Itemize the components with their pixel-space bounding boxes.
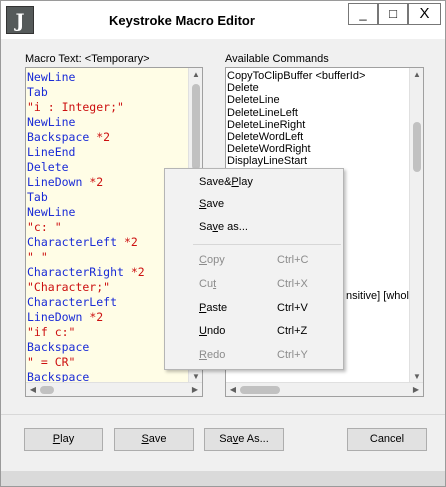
- command-list-item[interactable]: DeleteLineRight: [227, 119, 415, 131]
- macro-line[interactable]: LineDown *2: [27, 310, 187, 325]
- macro-line-text: " = CR": [27, 355, 76, 369]
- play-button[interactable]: Play: [24, 428, 103, 451]
- macro-text-label: Macro Text: <Temporary>: [25, 53, 150, 65]
- menu-item-cut[interactable]: Cut Ctrl+X: [165, 274, 343, 296]
- scrollbar-thumb[interactable]: [40, 386, 54, 394]
- close-icon: X: [419, 5, 430, 22]
- command-list-item[interactable]: CopyToClipBuffer <bufferId>: [227, 70, 415, 82]
- menu-item-save-play[interactable]: Save&Play: [165, 172, 343, 194]
- macro-editor-window: J Keystroke Macro Editor _ □ X Macro Tex…: [0, 0, 446, 487]
- maximize-icon: □: [389, 6, 397, 21]
- command-list-item[interactable]: DeleteWordLeft: [227, 131, 415, 143]
- minimize-icon: _: [359, 6, 367, 21]
- macro-line-text: Tab: [27, 85, 48, 99]
- macro-line[interactable]: "c: ": [27, 220, 187, 235]
- menu-item-undo[interactable]: Undo Ctrl+Z: [165, 321, 343, 343]
- scrollbar-thumb[interactable]: [240, 386, 280, 394]
- macro-line[interactable]: CharacterLeft *2: [27, 235, 187, 250]
- macro-line-text: CharacterRight: [27, 265, 124, 279]
- context-menu[interactable]: Save&Play Save Save as... Copy Ctrl+C Cut…: [164, 168, 344, 370]
- macro-line-text: NewLine: [27, 205, 76, 219]
- macro-line-repeat: *2: [82, 310, 104, 324]
- scroll-left-arrow-icon[interactable]: ◀: [26, 383, 40, 396]
- macro-line-text: "if c:": [27, 325, 76, 339]
- menu-separator: [193, 244, 341, 245]
- macro-line-text: CharacterLeft: [27, 295, 118, 309]
- command-list-item[interactable]: DeleteLineLeft: [227, 107, 415, 119]
- macro-line-repeat: *2: [89, 130, 111, 144]
- window-title: Keystroke Macro Editor: [109, 13, 255, 28]
- macro-line-text: "i : Integer;": [27, 100, 124, 114]
- macro-line-text: Backspace: [27, 340, 90, 354]
- macro-line-text: "Character;": [27, 280, 111, 294]
- macro-line[interactable]: Delete: [27, 160, 187, 175]
- macro-text-lines[interactable]: NewLine Tab "i : Integer;" NewLine Backspace…: [27, 70, 187, 385]
- menu-item-redo[interactable]: Redo Ctrl+Y: [165, 345, 343, 367]
- cancel-button[interactable]: Cancel: [347, 428, 427, 451]
- macro-horizontal-scrollbar[interactable]: ◀ ▶: [26, 382, 202, 396]
- scroll-left-arrow-icon[interactable]: ◀: [226, 383, 240, 396]
- macro-line-text: LineDown: [27, 310, 83, 324]
- macro-line[interactable]: "if c:": [27, 325, 187, 340]
- macro-line[interactable]: "Character;": [27, 280, 187, 295]
- macro-line[interactable]: CharacterLeft: [27, 295, 187, 310]
- command-list-item[interactable]: DeleteLine: [227, 94, 415, 106]
- macro-line[interactable]: " ": [27, 250, 187, 265]
- maximize-button[interactable]: □: [378, 3, 408, 25]
- close-button[interactable]: X: [408, 3, 441, 25]
- macro-line[interactable]: " = CR": [27, 355, 187, 370]
- scrollbar-thumb[interactable]: [413, 122, 421, 172]
- macro-line[interactable]: Backspace: [27, 340, 187, 355]
- menu-item-save[interactable]: Save: [165, 194, 343, 216]
- macro-line-text: Delete: [27, 160, 69, 174]
- macro-line[interactable]: Tab: [27, 190, 187, 205]
- macro-line[interactable]: Tab: [27, 85, 187, 100]
- command-list-item[interactable]: DeleteWordRight: [227, 143, 415, 155]
- macro-line-text: LineEnd: [27, 145, 76, 159]
- save-as-button[interactable]: Save As...: [204, 428, 284, 451]
- macro-line[interactable]: NewLine: [27, 115, 187, 130]
- scroll-right-arrow-icon[interactable]: ▶: [409, 383, 423, 396]
- app-logo-icon: J: [6, 6, 34, 34]
- macro-line-repeat: *2: [123, 265, 145, 279]
- macro-line-repeat: *2: [82, 175, 104, 189]
- minimize-button[interactable]: _: [348, 3, 378, 25]
- macro-line-text: "c: ": [27, 220, 62, 234]
- scroll-right-arrow-icon[interactable]: ▶: [188, 383, 202, 396]
- menu-item-paste[interactable]: Paste Ctrl+V: [165, 298, 343, 320]
- title-bar[interactable]: J Keystroke Macro Editor _ □ X: [1, 1, 445, 39]
- macro-line[interactable]: NewLine: [27, 70, 187, 85]
- macro-line-text: Backspace: [27, 130, 90, 144]
- macro-line[interactable]: CharacterRight *2: [27, 265, 187, 280]
- macro-line[interactable]: NewLine: [27, 205, 187, 220]
- macro-line-repeat: *2: [117, 235, 138, 249]
- macro-line[interactable]: "i : Integer;": [27, 100, 187, 115]
- macro-line-text: NewLine: [27, 115, 76, 129]
- commands-horizontal-scrollbar[interactable]: ◀ ▶: [226, 382, 423, 396]
- macro-line-text: Tab: [27, 190, 48, 204]
- scroll-up-arrow-icon[interactable]: ▲: [189, 68, 202, 82]
- commands-vertical-scrollbar[interactable]: ▲ ▼: [409, 68, 423, 384]
- save-button[interactable]: Save: [114, 428, 194, 451]
- macro-line-text: " ": [27, 250, 48, 264]
- macro-line[interactable]: LineDown *2: [27, 175, 187, 190]
- scroll-up-arrow-icon[interactable]: ▲: [410, 68, 423, 82]
- available-commands-label: Available Commands: [225, 53, 329, 65]
- macro-line-text: CharacterLeft: [27, 235, 118, 249]
- menu-item-copy[interactable]: Copy Ctrl+C: [165, 250, 343, 272]
- macro-line-text: NewLine: [27, 70, 76, 84]
- status-strip: [1, 471, 445, 486]
- scrollbar-thumb[interactable]: [192, 84, 200, 170]
- macro-line-text: LineDown: [27, 175, 83, 189]
- menu-item-save-as[interactable]: Save as...: [165, 217, 343, 239]
- command-list-item[interactable]: Delete: [227, 82, 415, 94]
- command-list-item[interactable]: DisplayLineStart: [227, 155, 415, 167]
- macro-line[interactable]: Backspace *2: [27, 130, 187, 145]
- macro-line[interactable]: LineEnd: [27, 145, 187, 160]
